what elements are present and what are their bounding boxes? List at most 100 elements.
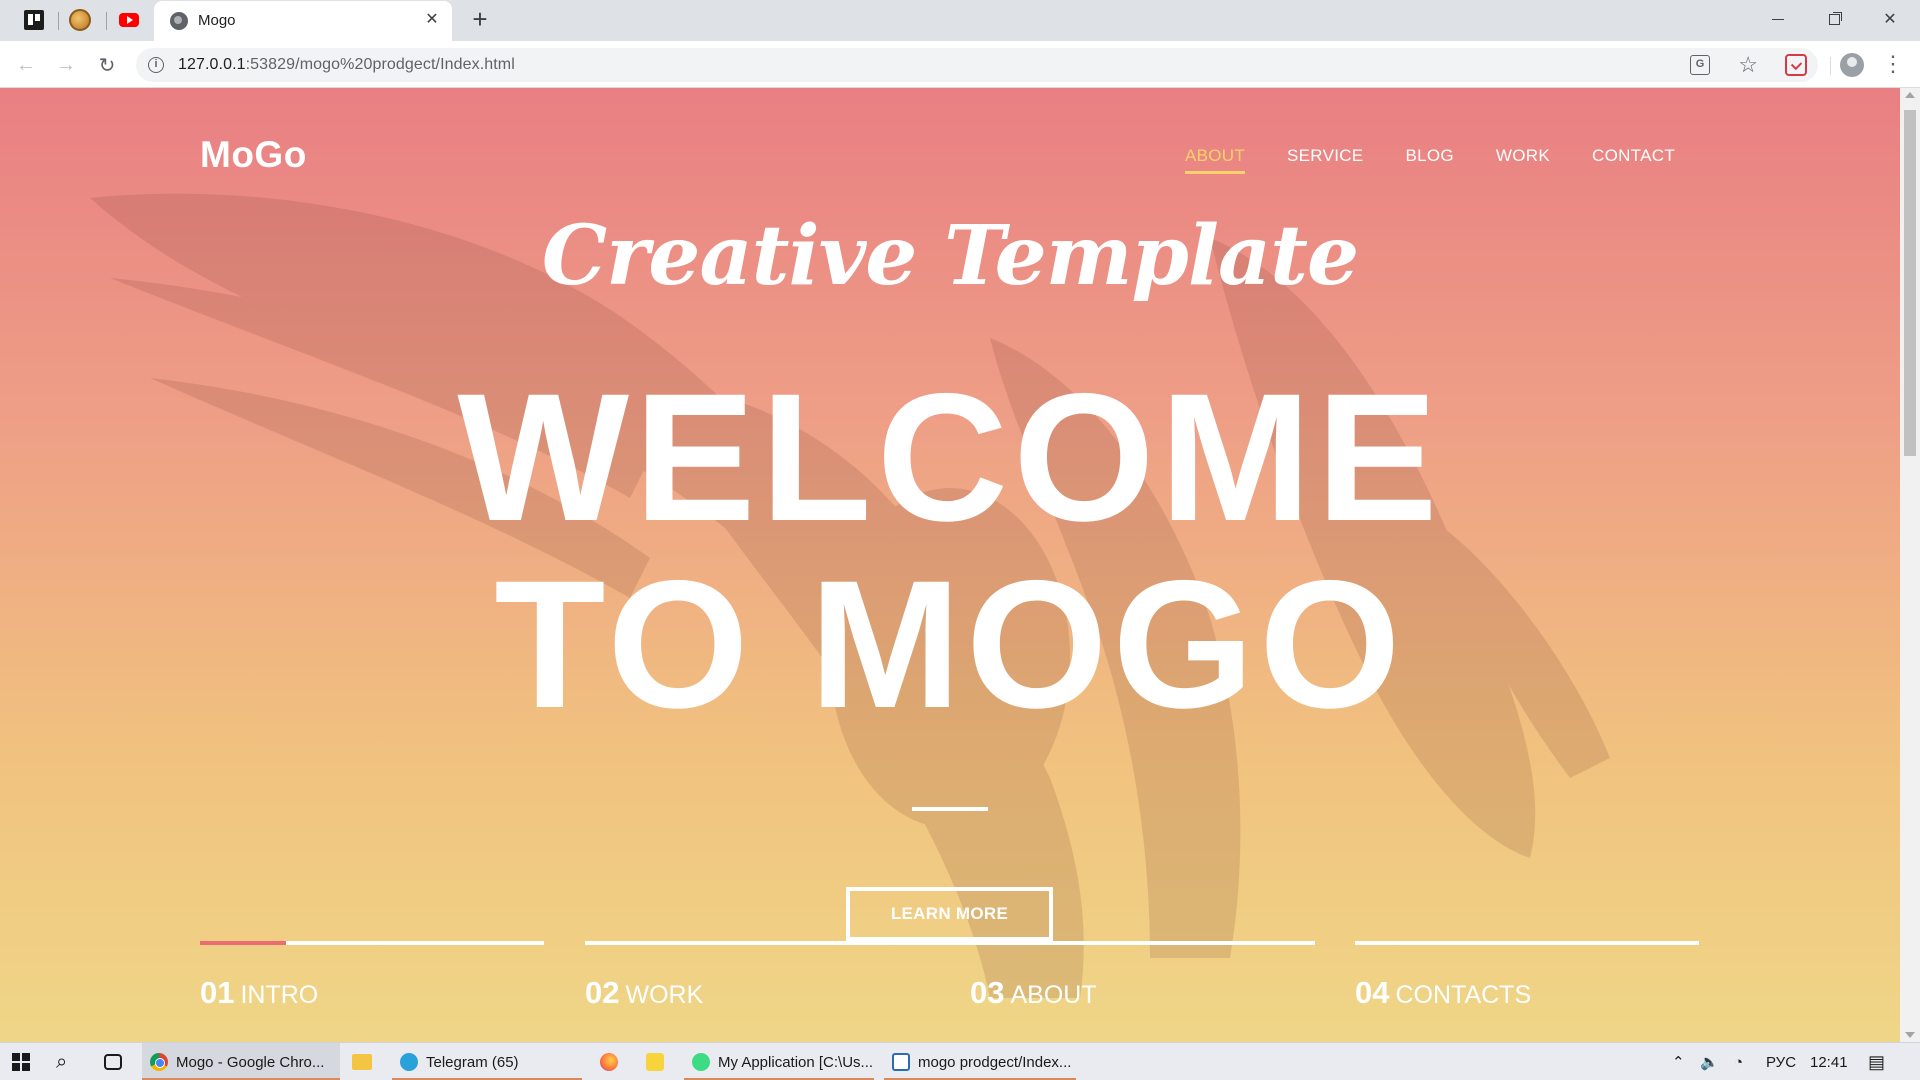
search-icon[interactable]: ⌕ — [56, 1043, 78, 1080]
tab-separator — [106, 12, 107, 30]
slide-title: WORK — [625, 981, 704, 1009]
site-logo[interactable]: MoGo — [200, 134, 307, 176]
chrome-menu-icon[interactable]: ⋮ — [1882, 51, 1904, 79]
clock[interactable]: 12:41 — [1810, 1043, 1848, 1080]
taskbar-app-telegram[interactable]: Telegram (65) — [392, 1043, 582, 1080]
pinned-tab-youtube[interactable] — [117, 8, 141, 32]
close-window-button[interactable]: ✕ — [1862, 0, 1918, 38]
pinned-tab-game[interactable] — [68, 8, 92, 32]
taskbar-app-brackets[interactable]: mogo prodgect/Index... — [884, 1043, 1076, 1080]
slide-label: 03 ABOUT — [970, 975, 1314, 1011]
restore-icon — [1828, 13, 1840, 25]
close-tab-icon[interactable]: ✕ — [422, 10, 442, 30]
brackets-icon — [892, 1053, 910, 1071]
notes-icon — [646, 1053, 664, 1071]
reload-button[interactable]: ↻ — [93, 51, 121, 79]
restore-button[interactable] — [1806, 0, 1862, 38]
browser-toolbar: ← → ↻ i 127.0.0.1:53829/mogo%20prodgect/… — [0, 41, 1920, 88]
site-info-icon[interactable]: i — [148, 57, 164, 73]
firefox-button[interactable] — [600, 1043, 620, 1080]
telegram-icon — [400, 1053, 418, 1071]
nav-work[interactable]: Work — [1496, 146, 1550, 174]
firefox-icon — [600, 1053, 618, 1071]
hero-headline-line-2: TO MOGO — [494, 542, 1406, 746]
sticky-notes-button[interactable] — [646, 1043, 666, 1080]
slide-number: 01 — [200, 975, 235, 1010]
taskbar-app-label: Telegram (65) — [426, 1053, 519, 1071]
page-scrollbar[interactable] — [1900, 88, 1920, 1042]
nav-about[interactable]: About — [1184, 146, 1246, 174]
task-view-icon[interactable] — [104, 1043, 126, 1080]
hero-divider — [912, 807, 988, 811]
slide-number: 03 — [970, 975, 1005, 1010]
minimize-button[interactable] — [1750, 0, 1806, 38]
scroll-up-icon[interactable] — [1905, 92, 1915, 98]
slide-progress-bar — [1355, 941, 1699, 945]
android-studio-icon — [692, 1053, 710, 1071]
slide-label: 04 CONTACTS — [1355, 975, 1699, 1011]
nav-blog[interactable]: Blog — [1405, 146, 1453, 174]
scroll-down-icon[interactable] — [1905, 1032, 1915, 1038]
tray-chevron-icon[interactable]: ⌃ — [1672, 1043, 1685, 1080]
slide-indicator-contacts[interactable]: 04 CONTACTS — [1355, 941, 1699, 1011]
close-icon: ✕ — [1883, 11, 1897, 28]
page-viewport: MoGo About Service Blog Work Contact Cre… — [0, 88, 1900, 1042]
windows-icon — [12, 1053, 30, 1071]
volume-icon[interactable]: 🔈 — [1700, 1043, 1719, 1080]
url-host: 127.0.0.1 — [178, 56, 246, 73]
hero-headline-line-1: WELCOME — [457, 355, 1443, 559]
slide-title: CONTACTS — [1395, 981, 1532, 1009]
minimize-icon — [1772, 18, 1784, 20]
taskbar-app-label: mogo prodgect/Index... — [918, 1053, 1072, 1071]
hero-tagline: Creative Template — [541, 208, 1359, 304]
nav-service[interactable]: Service — [1287, 146, 1363, 174]
nav-contact[interactable]: Contact — [1592, 146, 1675, 174]
pocket-extension-icon[interactable] — [1785, 54, 1807, 76]
chrome-icon — [150, 1053, 168, 1071]
bookmark-star-icon[interactable]: ☆ — [1738, 52, 1758, 78]
slider-indicators: 01 INTRO 02 WORK 03 ABOUT 04 CONTACTS — [200, 941, 1700, 1041]
globe-icon — [170, 12, 188, 30]
pinned-tab-trello[interactable] — [22, 8, 46, 32]
youtube-icon — [119, 13, 139, 27]
language-indicator[interactable]: РУС — [1766, 1043, 1796, 1080]
taskbar-app-chrome[interactable]: Mogo - Google Chro... — [142, 1043, 340, 1080]
slide-title: INTRO — [240, 981, 319, 1009]
scrollbar-thumb[interactable] — [1904, 110, 1916, 456]
network-icon[interactable]: ◔ — [1734, 1043, 1743, 1080]
taskbar-app-android-studio[interactable]: My Application [C:\Us... — [684, 1043, 874, 1080]
main-nav: About Service Blog Work Contact — [1184, 146, 1675, 174]
slide-number: 02 — [585, 975, 620, 1010]
notifications-icon[interactable]: ▤ — [1868, 1043, 1885, 1080]
slide-progress-fill — [200, 941, 286, 945]
start-button[interactable] — [12, 1043, 34, 1080]
trello-icon — [24, 10, 44, 30]
file-explorer-button[interactable] — [352, 1043, 372, 1080]
url-text: 127.0.0.1:53829/mogo%20prodgect/Index.ht… — [178, 56, 515, 74]
address-bar[interactable]: i 127.0.0.1:53829/mogo%20prodgect/Index.… — [136, 48, 1818, 82]
new-tab-button[interactable]: + — [466, 6, 494, 34]
slide-progress-bar — [970, 941, 1314, 945]
slide-indicator-about[interactable]: 03 ABOUT — [970, 941, 1314, 1011]
slide-progress-bar — [200, 941, 544, 945]
slide-title: ABOUT — [1010, 981, 1097, 1009]
slide-label: 01 INTRO — [200, 975, 544, 1011]
slide-number: 04 — [1355, 975, 1390, 1010]
translate-icon[interactable]: G — [1690, 55, 1710, 75]
forward-button[interactable]: → — [52, 51, 80, 79]
back-button[interactable]: ← — [12, 51, 40, 79]
tab-strip: Mogo ✕ + ✕ — [0, 0, 1920, 41]
taskbar-app-label: Mogo - Google Chro... — [176, 1053, 325, 1071]
windows-taskbar: ⌕ Mogo - Google Chro... Telegram (65) My… — [0, 1042, 1920, 1080]
taskbar-app-label: My Application [C:\Us... — [718, 1053, 874, 1071]
tab-separator — [58, 12, 59, 30]
slide-indicator-intro[interactable]: 01 INTRO — [200, 941, 544, 1011]
tab-title: Mogo — [198, 12, 236, 29]
game-icon — [69, 9, 91, 31]
tab-mogo[interactable]: Mogo ✕ — [154, 1, 452, 41]
url-path: :53829/mogo%20prodgect/Index.html — [245, 56, 515, 73]
toolbar-divider — [1830, 57, 1831, 75]
learn-more-button[interactable]: LEARN MORE — [846, 887, 1053, 941]
profile-avatar[interactable] — [1840, 53, 1864, 77]
folder-icon — [352, 1054, 372, 1070]
